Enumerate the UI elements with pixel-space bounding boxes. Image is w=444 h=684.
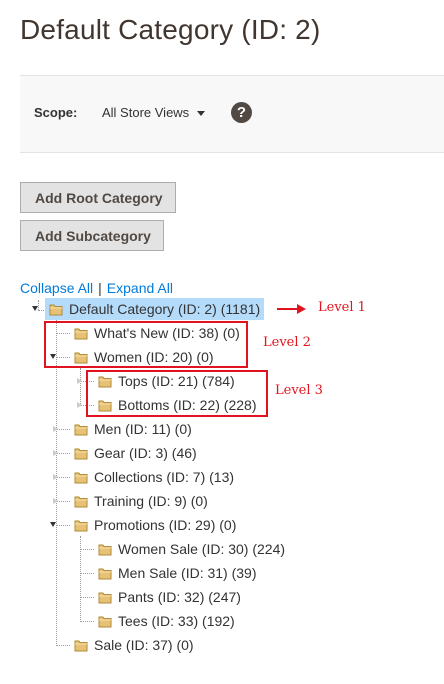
- expand-toggle-gear[interactable]: [53, 450, 58, 456]
- tree-guide-gear: [56, 453, 70, 454]
- tree-guide-women-children: [80, 368, 81, 406]
- tree-node-pants[interactable]: Pants (ID: 32) (247): [98, 586, 241, 608]
- tree-guide-tees: [80, 621, 94, 622]
- folder-icon: [98, 542, 112, 556]
- tree-node-label: Training (ID: 9) (0): [94, 493, 208, 509]
- add-root-category-button[interactable]: Add Root Category: [20, 182, 176, 213]
- scope-switcher-value: All Store Views: [102, 105, 190, 120]
- tree-guide-women-sale: [80, 549, 94, 550]
- tree-guide-men: [56, 429, 70, 430]
- level1-annotation: Level 1: [318, 300, 366, 315]
- page-title: Default Category (ID: 2): [20, 14, 321, 45]
- level2-highlight-box: [44, 321, 248, 368]
- expand-toggle-men[interactable]: [53, 426, 58, 432]
- tree-node-men[interactable]: Men (ID: 11) (0): [74, 418, 192, 440]
- folder-icon: [98, 590, 112, 604]
- folder-icon: [74, 638, 88, 652]
- tree-controls: Collapse All | Expand All: [20, 280, 173, 296]
- tree-node-label: Men Sale (ID: 31) (39): [118, 565, 257, 581]
- tree-guide-collections: [56, 477, 70, 478]
- folder-icon: [74, 494, 88, 508]
- expand-toggle-bottoms[interactable]: [77, 402, 82, 408]
- tree-node-tees[interactable]: Tees (ID: 33) (192): [98, 610, 235, 632]
- level1-arrow-head: [297, 304, 306, 314]
- tree-node-training[interactable]: Training (ID: 9) (0): [74, 490, 208, 512]
- help-icon[interactable]: ?: [231, 102, 252, 123]
- level3-highlight-box: [86, 370, 268, 417]
- folder-icon: [98, 614, 112, 628]
- tree-node-collections[interactable]: Collections (ID: 7) (13): [74, 466, 234, 488]
- tree-node-label: Default Category (ID: 2) (1181): [69, 301, 261, 317]
- scope-bar: Scope: All Store Views ?: [20, 75, 444, 153]
- level3-annotation: Level 3: [275, 383, 323, 398]
- folder-icon: [74, 518, 88, 532]
- tree-node-label: Collections (ID: 7) (13): [94, 469, 235, 485]
- tree-node-label: Sale (ID: 37) (0): [94, 637, 194, 653]
- folder-icon: [98, 566, 112, 580]
- tree-guide-promotions: [56, 525, 70, 526]
- tree-guide-pants: [80, 597, 94, 598]
- tree-node-label: Promotions (ID: 29) (0): [94, 517, 237, 533]
- page-root: Default Category (ID: 2) Scope: All Stor…: [0, 0, 444, 684]
- folder-icon: [74, 446, 88, 460]
- caret-down-icon: [197, 111, 206, 117]
- folder-icon: [74, 422, 88, 436]
- collapse-all-link[interactable]: Collapse All: [20, 280, 93, 296]
- tree-guide-training: [56, 501, 70, 502]
- expand-toggle-training[interactable]: [53, 498, 58, 504]
- expand-toggle-tops[interactable]: [77, 378, 82, 384]
- expand-all-link[interactable]: Expand All: [107, 280, 173, 296]
- tree-guide-root-vertical: [38, 300, 39, 310]
- folder-icon: [49, 302, 63, 316]
- tree-node-sale[interactable]: Sale (ID: 37) (0): [74, 634, 194, 656]
- tree-node-gear[interactable]: Gear (ID: 3) (46): [74, 442, 197, 464]
- tree-node-label: Tees (ID: 33) (192): [118, 613, 235, 629]
- tree-node-label: Pants (ID: 32) (247): [118, 589, 241, 605]
- tree-node-women-sale[interactable]: Women Sale (ID: 30) (224): [98, 538, 285, 560]
- expand-toggle-promotions[interactable]: [50, 522, 56, 527]
- scope-label: Scope:: [34, 105, 78, 120]
- tree-node-label: Gear (ID: 3) (46): [94, 445, 197, 461]
- tree-node-label: Men (ID: 11) (0): [94, 421, 192, 437]
- expand-toggle-collections[interactable]: [53, 474, 58, 480]
- tree-node-men-sale[interactable]: Men Sale (ID: 31) (39): [98, 562, 257, 584]
- expand-toggle-root[interactable]: [32, 306, 38, 311]
- tree-guide-men-sale: [80, 573, 94, 574]
- tree-guide-sale: [56, 645, 70, 646]
- tree-node-promotions[interactable]: Promotions (ID: 29) (0): [74, 514, 236, 536]
- tree-node-label: Women Sale (ID: 30) (224): [118, 541, 286, 557]
- tree-controls-separator: |: [98, 280, 102, 296]
- tree-node-default-category[interactable]: Default Category (ID: 2) (1181): [45, 298, 265, 320]
- add-subcategory-button[interactable]: Add Subcategory: [20, 220, 164, 251]
- folder-icon: [74, 470, 88, 484]
- level2-annotation: Level 2: [263, 335, 311, 350]
- scope-switcher[interactable]: All Store Views: [102, 105, 206, 120]
- level1-arrow-line: [277, 308, 299, 310]
- tree-guide-level2-vertical: [56, 320, 57, 646]
